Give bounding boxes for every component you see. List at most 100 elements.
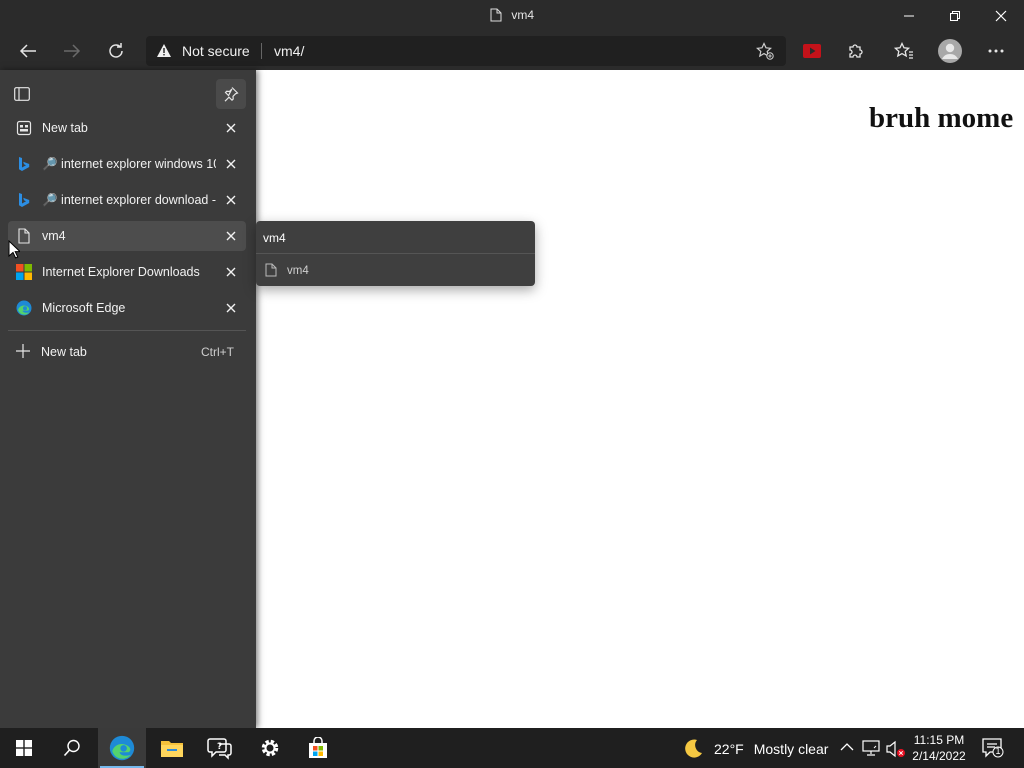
- taskbar-microsoft-store[interactable]: [294, 728, 342, 768]
- tab-actions-icon[interactable]: [14, 87, 30, 101]
- hover-card-title: vm4: [263, 231, 286, 245]
- document-icon: [265, 263, 277, 277]
- gear-icon: [261, 739, 279, 757]
- new-tab-label: New tab: [41, 345, 87, 359]
- more-icon: [988, 49, 1004, 53]
- edge-icon: [16, 300, 32, 316]
- add-favorite-icon[interactable]: [756, 42, 774, 60]
- sidebar-tab-new-tab[interactable]: New tab: [8, 113, 246, 143]
- hover-card-divider: [256, 253, 535, 254]
- taskbar: ? 22°F Mostly clear 11:15 PM 2/14/2022 1: [0, 728, 1024, 768]
- mouse-cursor-icon: [8, 240, 20, 259]
- moon-icon: [685, 739, 702, 758]
- plus-icon: [16, 344, 30, 358]
- volume-muted-icon[interactable]: [886, 740, 906, 758]
- pin-icon: [224, 87, 239, 102]
- chevron-up-icon[interactable]: [840, 742, 854, 752]
- close-tab-icon[interactable]: [224, 265, 238, 279]
- clock-date: 2/14/2022: [912, 749, 966, 763]
- security-status[interactable]: Not secure: [182, 43, 250, 59]
- youtube-extension-button[interactable]: [796, 36, 828, 66]
- refresh-button[interactable]: [100, 36, 132, 66]
- sidebar-tab-bing-search-1[interactable]: 🔎 internet explorer windows 10: [8, 149, 246, 179]
- tab-label: 🔎 internet explorer windows 10: [42, 157, 216, 171]
- warning-icon: [157, 44, 171, 57]
- youtube-icon: [803, 44, 821, 58]
- tab-label: 🔎 internet explorer download -: [42, 193, 216, 207]
- close-tab-icon[interactable]: [224, 301, 238, 315]
- arrow-right-icon: [64, 44, 81, 58]
- tab-label: New tab: [42, 121, 88, 135]
- sidebar-tab-microsoft-edge[interactable]: Microsoft Edge: [8, 293, 246, 323]
- close-tab-icon[interactable]: [224, 229, 238, 243]
- tab-label: Internet Explorer Downloads: [42, 265, 200, 279]
- new-tab-button[interactable]: New tab Ctrl+T: [8, 336, 246, 366]
- start-button[interactable]: [0, 728, 48, 768]
- tab-label: vm4: [42, 229, 66, 243]
- search-button[interactable]: [48, 728, 96, 768]
- page-content: bruh mome: [256, 70, 1024, 728]
- close-tab-icon[interactable]: [224, 121, 238, 135]
- address-bar[interactable]: Not secure vm4/: [146, 36, 786, 66]
- taskbar-feedback-hub[interactable]: ?: [196, 728, 244, 768]
- store-icon: [309, 737, 327, 758]
- hover-card-url: vm4: [287, 265, 309, 277]
- favorites-icon: [894, 42, 913, 59]
- pin-pane-button[interactable]: [216, 79, 246, 109]
- tab-label: Microsoft Edge: [42, 301, 126, 315]
- arrow-left-icon: [19, 44, 36, 58]
- system-clock[interactable]: 11:15 PM 2/14/2022: [908, 732, 970, 764]
- profile-button[interactable]: [934, 36, 966, 66]
- forward-button[interactable]: [56, 36, 88, 66]
- weather-temperature: 22°F: [714, 741, 744, 757]
- clock-time: 11:15 PM: [913, 733, 965, 747]
- extensions-button[interactable]: [840, 36, 872, 66]
- search-icon: [63, 739, 80, 757]
- new-tab-shortcut: Ctrl+T: [201, 345, 234, 359]
- close-tab-icon[interactable]: [224, 157, 238, 171]
- microsoft-icon: [16, 264, 32, 280]
- browser-toolbar: Not secure vm4/: [0, 32, 1024, 70]
- windows-logo-icon: [16, 740, 32, 756]
- sidebar-tab-ie-downloads[interactable]: Internet Explorer Downloads: [8, 257, 246, 287]
- document-icon: [490, 8, 502, 22]
- page-heading: bruh mome: [869, 102, 1014, 134]
- title-bar: vm4: [0, 0, 1024, 32]
- notification-center-button[interactable]: 1: [982, 738, 1004, 763]
- notification-count: 1: [995, 746, 1001, 756]
- feedback-icon: ?: [207, 738, 232, 760]
- edge-icon: [109, 735, 135, 761]
- window-title-text: vm4: [511, 8, 534, 22]
- network-icon[interactable]: [862, 740, 880, 756]
- svg-text:?: ?: [217, 742, 222, 752]
- weather-widget[interactable]: 22°F Mostly clear: [682, 738, 828, 760]
- sidebar-divider: [8, 330, 246, 331]
- tab-hover-card: vm4 vm4: [256, 221, 535, 286]
- taskbar-edge[interactable]: [98, 728, 146, 768]
- sidebar-tab-bing-search-2[interactable]: 🔎 internet explorer download -: [8, 185, 246, 215]
- close-window-button[interactable]: [978, 0, 1024, 32]
- taskbar-settings[interactable]: [246, 728, 294, 768]
- close-icon: [995, 10, 1007, 22]
- close-tab-icon[interactable]: [224, 193, 238, 207]
- settings-more-button[interactable]: [980, 36, 1012, 66]
- url-text[interactable]: vm4/: [274, 43, 304, 59]
- refresh-icon: [109, 43, 123, 58]
- newtab-icon: [16, 120, 32, 136]
- weather-condition: Mostly clear: [753, 741, 829, 757]
- minimize-button[interactable]: [886, 0, 932, 32]
- minimize-icon: [904, 15, 914, 17]
- puzzle-icon: [849, 44, 863, 58]
- address-separator: [261, 43, 262, 59]
- vertical-tabs-sidebar: New tab 🔎 internet explorer windows 10 🔎…: [0, 70, 256, 728]
- avatar-icon: [938, 39, 962, 63]
- bing-icon: [19, 157, 30, 171]
- folder-icon: [161, 741, 183, 757]
- favorites-button[interactable]: [888, 36, 920, 66]
- bing-icon: [19, 193, 30, 207]
- taskbar-file-explorer[interactable]: [148, 728, 196, 768]
- back-button[interactable]: [12, 36, 44, 66]
- sidebar-tab-vm4[interactable]: vm4: [8, 221, 246, 251]
- restore-icon: [950, 11, 960, 21]
- restore-button[interactable]: [932, 0, 978, 32]
